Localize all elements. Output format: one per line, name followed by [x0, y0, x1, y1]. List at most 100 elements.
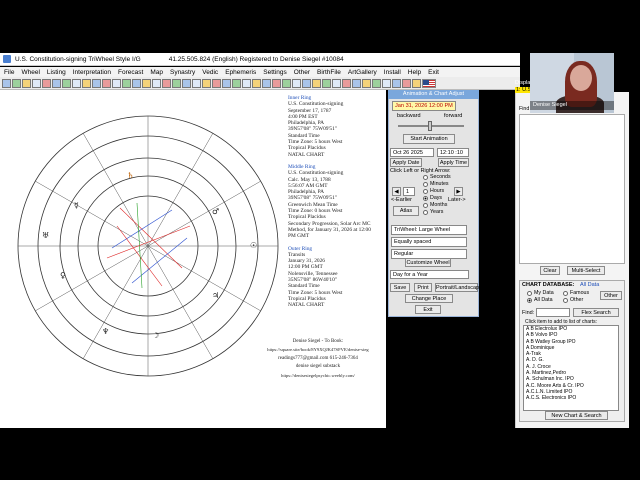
find-input[interactable]	[536, 308, 570, 317]
toolbar-button[interactable]	[112, 78, 121, 88]
menu-birthfile[interactable]: BirthFile	[317, 69, 341, 76]
menu-settings[interactable]: Settings	[263, 69, 287, 76]
start-animation-button[interactable]: Start Animation	[403, 134, 455, 144]
menu-listing[interactable]: Listing	[47, 69, 66, 76]
chart-canvas[interactable]: ♄ ☿ ♂ ♀ ♃ ☽ ♆ ♅ ☉ Inner Ring U.S. Consti…	[0, 90, 386, 428]
right-arrow-icon[interactable]: ▶	[454, 187, 463, 196]
toolbar-button[interactable]	[152, 78, 161, 88]
toolbar-button[interactable]	[32, 78, 41, 88]
list-item[interactable]: A.C.S. Electronics IPO	[526, 395, 618, 401]
toolbar-button[interactable]	[62, 78, 71, 88]
toolbar-button[interactable]	[122, 78, 131, 88]
toolbar-button[interactable]	[222, 78, 231, 88]
toolbar-button[interactable]	[292, 78, 301, 88]
time-field[interactable]: 12:10 :10	[437, 148, 469, 157]
radio-famous[interactable]: Famous	[563, 290, 589, 296]
toolbar-button[interactable]	[42, 78, 51, 88]
unit-minutes[interactable]: Minutes	[423, 181, 449, 187]
menu-other[interactable]: Other	[294, 69, 310, 76]
toolbar-button[interactable]	[12, 78, 21, 88]
animation-slider-handle[interactable]	[428, 121, 432, 131]
toolbar-button[interactable]	[232, 78, 241, 88]
toolbar-button[interactable]	[252, 78, 261, 88]
menu-help[interactable]: Help	[408, 69, 421, 76]
unit-days[interactable]: Days	[423, 195, 442, 201]
unit-hours[interactable]: Hours	[423, 188, 444, 194]
menu-vedic[interactable]: Vedic	[202, 69, 218, 76]
toolbar-button[interactable]	[162, 78, 171, 88]
toolbar-button[interactable]	[212, 78, 221, 88]
toolbar-button[interactable]	[272, 78, 281, 88]
menu-wheel[interactable]: Wheel	[21, 69, 39, 76]
toolbar-button[interactable]	[282, 78, 291, 88]
exit-button[interactable]: Exit	[415, 305, 441, 314]
toolbar-button[interactable]	[52, 78, 61, 88]
toolbar-button[interactable]	[392, 78, 401, 88]
clear-button[interactable]: Clear	[540, 266, 560, 275]
menu-synastry[interactable]: Synastry	[170, 69, 195, 76]
portrait-landscape-button[interactable]: Portrait/Landscap	[435, 283, 479, 292]
apply-time-button[interactable]: Apply Time	[438, 158, 469, 167]
other-button[interactable]: Other	[600, 291, 622, 300]
toolbar-button[interactable]	[132, 78, 141, 88]
toolbar-button[interactable]	[332, 78, 341, 88]
menu-forecast[interactable]: Forecast	[118, 69, 143, 76]
toolbar-button[interactable]	[312, 78, 321, 88]
toolbar-button[interactable]	[412, 78, 421, 88]
menu-file[interactable]: File	[4, 69, 14, 76]
wheel-select[interactable]: TriWheel: Large Wheel	[391, 225, 467, 235]
toolbar-button[interactable]	[22, 78, 31, 88]
radio-other[interactable]: Other	[563, 297, 583, 303]
unit-months[interactable]: Months	[423, 202, 447, 208]
atlas-button[interactable]: Atlas	[393, 206, 419, 216]
toolbar-button[interactable]	[342, 78, 351, 88]
menu-interpretation[interactable]: Interpretation	[73, 69, 111, 76]
toolbar-button[interactable]	[102, 78, 111, 88]
toolbar-button[interactable]	[352, 78, 361, 88]
radio-all-data[interactable]: All Data	[527, 297, 553, 303]
toolbar-button[interactable]	[382, 78, 391, 88]
save-button[interactable]: Save	[390, 283, 410, 292]
change-place-button[interactable]: Change Place	[405, 294, 453, 303]
toolbar-button[interactable]	[242, 78, 251, 88]
date-field[interactable]: Oct 26 2025	[390, 148, 434, 157]
toolbar-button[interactable]	[192, 78, 201, 88]
period-select[interactable]: Day for a Year	[390, 270, 469, 279]
toolbar-button[interactable]	[172, 78, 181, 88]
selected-charts-list[interactable]	[519, 114, 625, 264]
toolbar-button[interactable]	[302, 78, 311, 88]
chart-database-list[interactable]: A B Electrolux IPO A B Volvo IPO A B Wat…	[523, 325, 619, 411]
menu-install[interactable]: Install	[384, 69, 401, 76]
toolbar-button[interactable]	[82, 78, 91, 88]
step-field[interactable]: 1	[403, 187, 415, 196]
toolbar-button[interactable]	[362, 78, 371, 88]
customize-wheel-button[interactable]: Customize Wheel	[405, 258, 451, 267]
spacing-select[interactable]: Equally spaced	[391, 237, 467, 247]
us-flag-icon[interactable]	[422, 78, 436, 88]
menu-exit[interactable]: Exit	[428, 69, 439, 76]
website-link[interactable]: https://denisesiegelpsychic.weebly.com/	[250, 372, 386, 380]
apply-date-button[interactable]: Apply Date	[390, 158, 422, 167]
multi-select-button[interactable]: Multi-Select	[567, 266, 605, 275]
toolbar-button[interactable]	[402, 78, 411, 88]
toolbar-button[interactable]	[182, 78, 191, 88]
toolbar-button[interactable]	[262, 78, 271, 88]
left-arrow-icon[interactable]: ◀	[392, 187, 401, 196]
print-button[interactable]: Print	[414, 283, 432, 292]
new-chart-search-button[interactable]: New Chart & Search	[545, 411, 608, 420]
toolbar-button[interactable]	[2, 78, 11, 88]
toolbar-button[interactable]	[372, 78, 381, 88]
toolbar-button[interactable]	[72, 78, 81, 88]
menu-artgallery[interactable]: ArtGallery	[348, 69, 377, 76]
unit-years[interactable]: Years	[423, 209, 443, 215]
menu-ephemeris[interactable]: Ephemeris	[225, 69, 256, 76]
toolbar-button[interactable]	[202, 78, 211, 88]
flex-search-button[interactable]: Flex Search	[573, 308, 619, 317]
toolbar-button[interactable]	[322, 78, 331, 88]
unit-seconds[interactable]: Seconds	[423, 174, 451, 180]
toolbar-button[interactable]	[92, 78, 101, 88]
radio-my-data[interactable]: My Data	[527, 290, 554, 296]
booking-link[interactable]: https://square.site/book/8Y9XQJK47SFVE/d…	[250, 346, 386, 354]
toolbar-button[interactable]	[142, 78, 151, 88]
menu-map[interactable]: Map	[150, 69, 163, 76]
